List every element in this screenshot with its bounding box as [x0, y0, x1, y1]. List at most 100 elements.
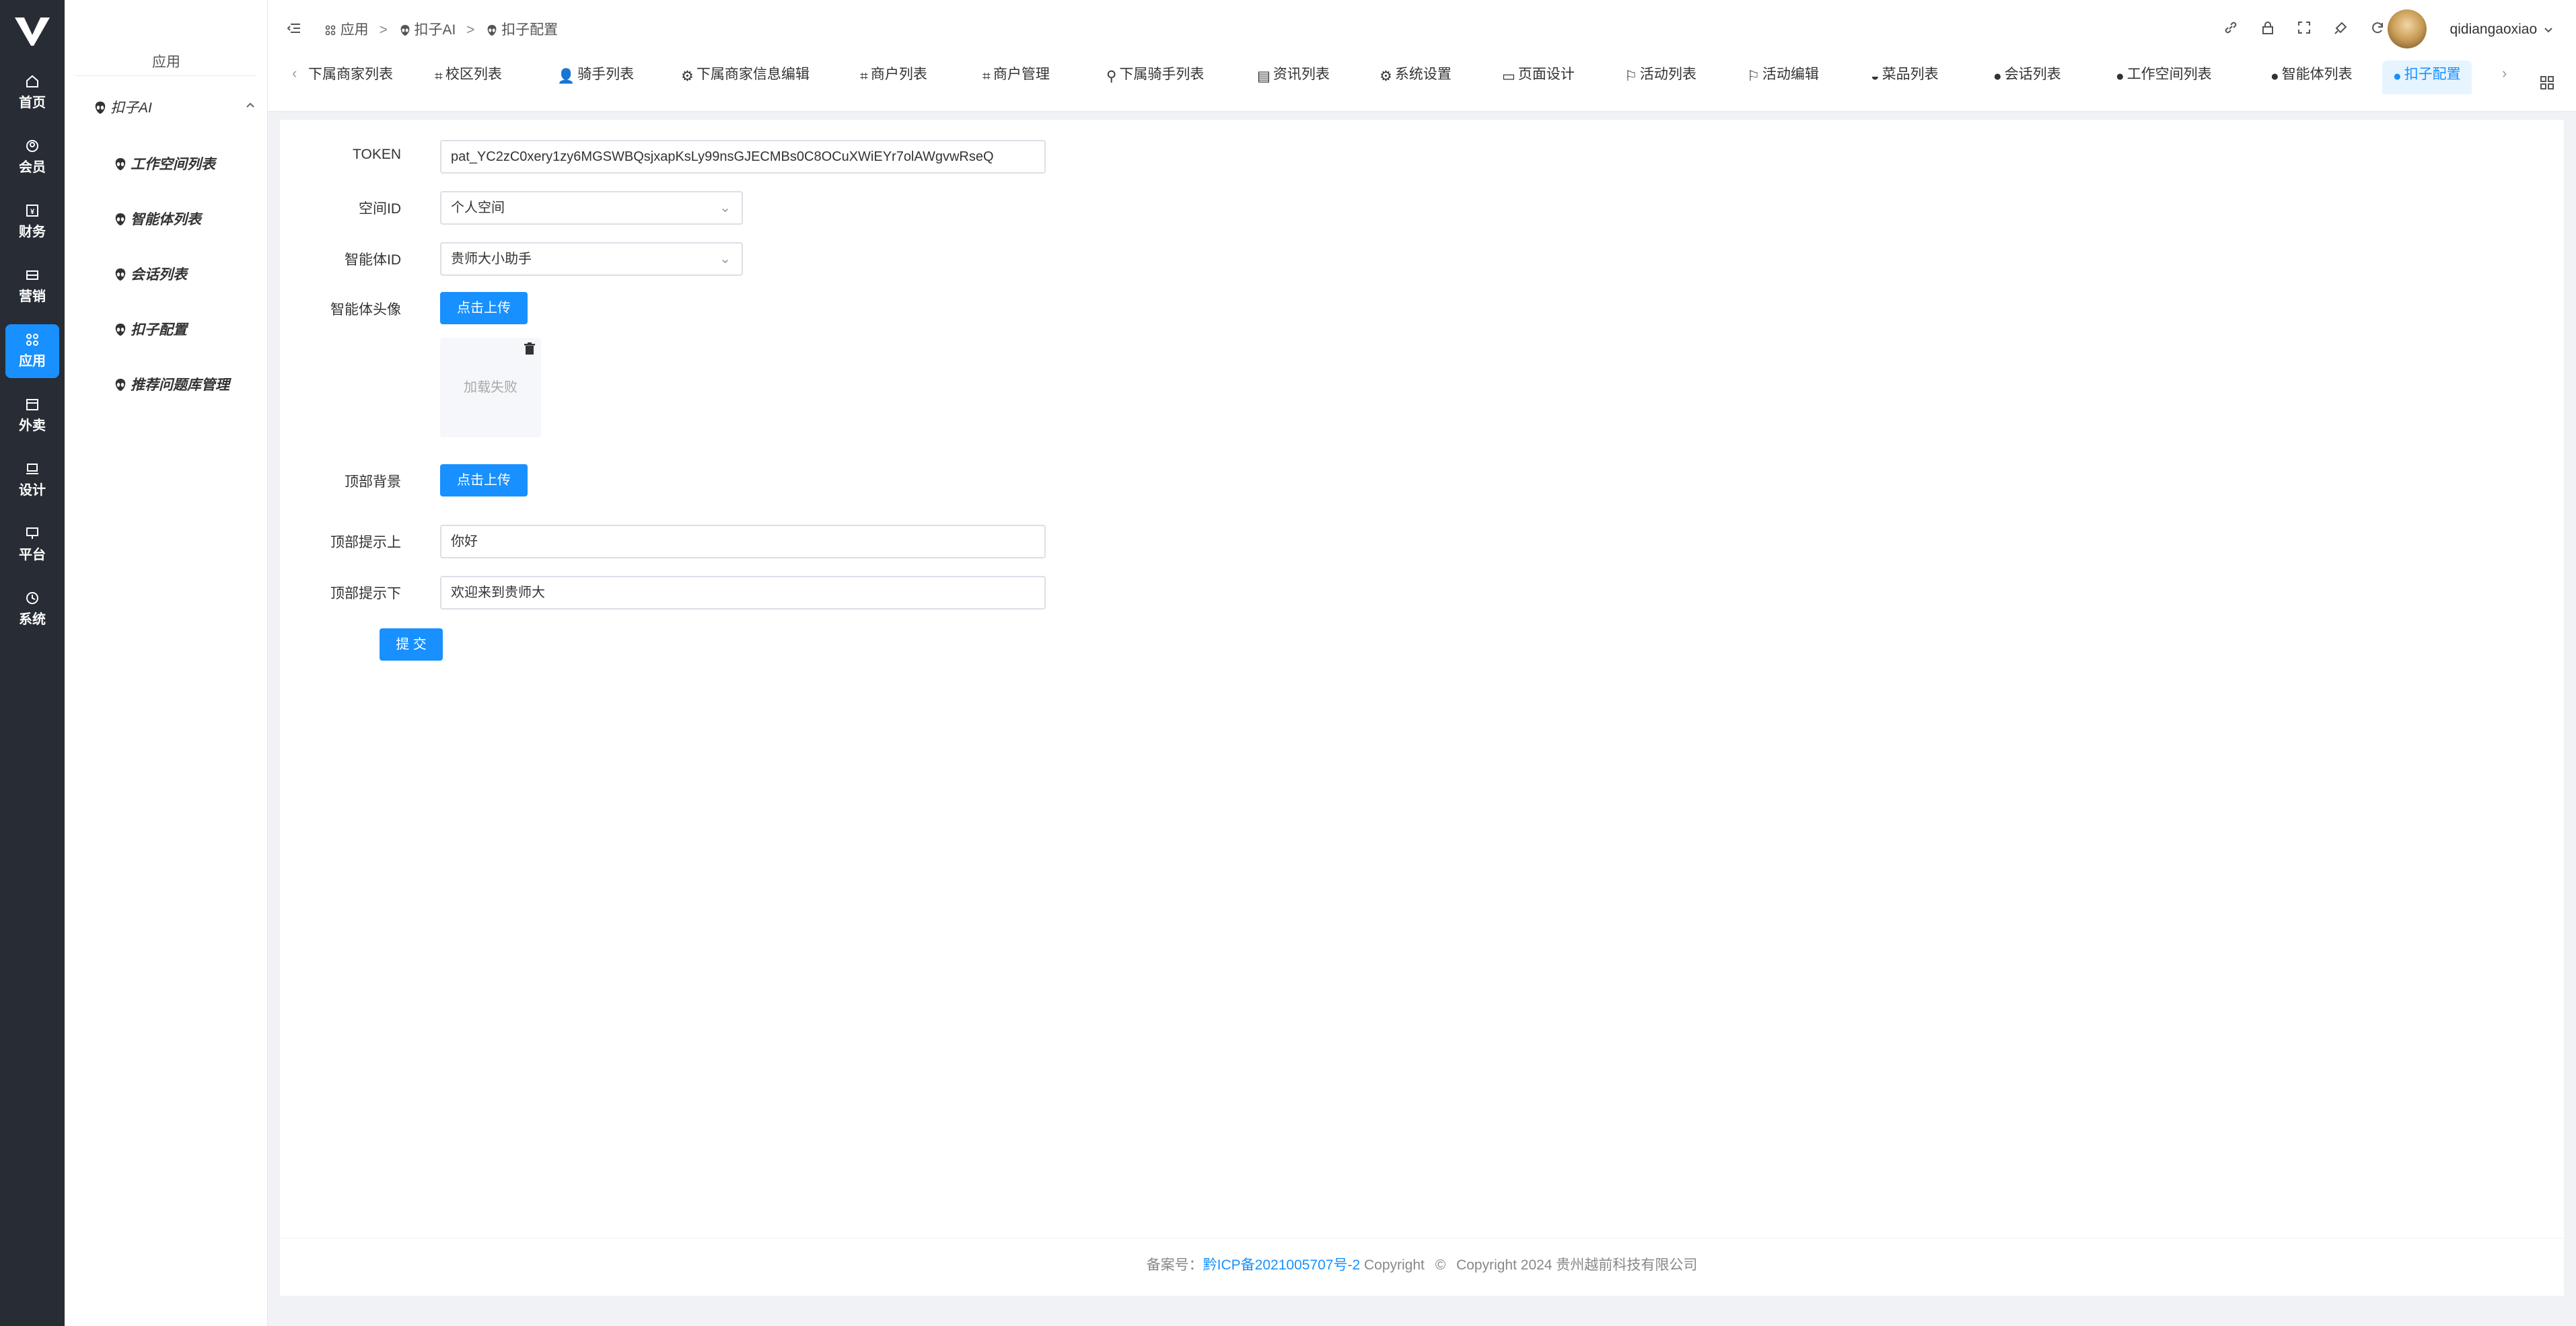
tab-rider-list[interactable]: 👤 骑手列表	[546, 61, 645, 94]
space-id-select[interactable]: 个人空间 ⌄	[440, 191, 743, 225]
config-form-card: TOKEN pat_YC2zC0xery1zy6MGSWBQsjxapKsLy9…	[280, 120, 2564, 1296]
alien-icon: ●	[2270, 69, 2279, 84]
tab-label: 会话列表	[2004, 67, 2061, 82]
tab-agent-list[interactable]: ● 智能体列表	[2260, 61, 2363, 94]
sidebar-item-label: 会话列表	[131, 267, 187, 283]
tab-label: 智能体列表	[2281, 67, 2353, 82]
nav-takeout[interactable]: 外卖	[5, 389, 59, 443]
alien-icon: ●	[2393, 69, 2402, 84]
app-root: 首页 会员 ¥ 财务 营销 应用 外卖 设计 平台 系统 应用 扣子AI 工作空…	[0, 0, 2576, 1326]
submit-button[interactable]: 提 交	[380, 628, 443, 661]
sidebar-item-kouzi-config[interactable]: 扣子配置	[114, 319, 187, 342]
tab-shop-manage[interactable]: ⌗ 商户管理	[972, 61, 1061, 94]
icp-link[interactable]: 黔ICP备2021005707号-2	[1203, 1257, 1360, 1273]
tab-label: 校区列表	[445, 67, 502, 82]
nav-platform[interactable]: 平台	[5, 518, 59, 572]
copyright-word: Copyright	[1364, 1257, 1425, 1273]
breadcrumb-item-kouzi-ai[interactable]: 扣子AI	[400, 19, 456, 39]
tab-scroll-right-icon[interactable]: ›	[2502, 65, 2507, 82]
nav-home-label: 首页	[19, 96, 46, 110]
tab-dish-list[interactable]: ◒ 菜品列表	[1860, 61, 1949, 94]
tab-news-list[interactable]: ▤ 资讯列表	[1246, 61, 1340, 94]
clock-icon	[26, 592, 38, 604]
breadcrumb-item-apps[interactable]: 应用	[324, 19, 369, 39]
tab-label: 菜品列表	[1882, 67, 1939, 82]
tab-activity-edit[interactable]: ⚐ 活动编辑	[1736, 61, 1830, 94]
bg-upload-button[interactable]: 点击上传	[440, 464, 528, 496]
tab-label: 活动编辑	[1762, 67, 1819, 82]
breadcrumb-separator: >	[466, 22, 475, 38]
gear-icon: ⚙	[1380, 69, 1392, 84]
top-bg-label: 顶部背景	[345, 474, 401, 490]
collapse-menu-icon[interactable]	[287, 22, 301, 38]
tab-page-design[interactable]: ▭ 页面设计	[1491, 61, 1585, 94]
link-icon[interactable]	[2223, 20, 2238, 38]
breadcrumb: 应用 > 扣子AI > 扣子配置	[287, 19, 565, 39]
sidebar-item-session-list[interactable]: 会话列表	[114, 264, 187, 287]
top-header: 应用 > 扣子AI > 扣子配置 qidiangaoxiao	[268, 0, 2576, 59]
tab-scroll-left-icon[interactable]: ‹	[292, 65, 297, 82]
trash-icon[interactable]	[524, 342, 536, 355]
agent-avatar-label: 智能体头像	[330, 302, 401, 318]
tab-kouzi-config[interactable]: ● 扣子配置	[2382, 61, 2472, 94]
fullscreen-icon[interactable]	[2297, 20, 2312, 38]
user-menu[interactable]: qidiangaoxiao	[2450, 22, 2553, 38]
tab-label: 资讯列表	[1273, 67, 1330, 82]
chevron-up-icon	[246, 102, 254, 108]
tab-merchant-list[interactable]: 下属商家列表	[297, 61, 404, 94]
copyright-text: Copyright 2024 贵州越前科技有限公司	[1456, 1257, 1698, 1273]
tab-label: 下属商家信息编辑	[696, 67, 810, 82]
nav-system-label: 系统	[19, 612, 46, 627]
tab-campus-list[interactable]: ⌗ 校区列表	[424, 61, 513, 94]
nav-marketing[interactable]: 营销	[5, 260, 59, 314]
tab-session-list[interactable]: ● 会话列表	[1982, 61, 2072, 94]
nav-finance-label: 财务	[19, 225, 46, 240]
sidebar-item-workspace-list[interactable]: 工作空间列表	[114, 153, 215, 176]
tab-sub-rider-list[interactable]: ⚲ 下属骑手列表	[1096, 61, 1215, 94]
tab-shop-list[interactable]: ⌗ 商户列表	[849, 61, 938, 94]
tab-activity-list[interactable]: ⚐ 活动列表	[1614, 61, 1707, 94]
flag-icon: ⚐	[1624, 69, 1637, 84]
tab-label: 活动列表	[1639, 67, 1696, 82]
lock-icon[interactable]	[2260, 20, 2275, 38]
theme-icon[interactable]	[2334, 20, 2349, 38]
sidebar-item-label: 智能体列表	[131, 212, 201, 227]
sidebar-group-kouzi-ai[interactable]: 扣子AI	[94, 97, 256, 120]
chevron-down-icon	[2544, 28, 2552, 33]
agent-id-select[interactable]: 贵师大小助手 ⌄	[440, 242, 743, 276]
nav-apps[interactable]: 应用	[5, 324, 59, 378]
top-hint-down-input[interactable]: 欢迎来到贵师大	[440, 576, 1046, 610]
gear-icon: ⚙	[681, 69, 694, 84]
grid-icon: ⌗	[860, 69, 868, 84]
tab-label: 工作空间列表	[2126, 67, 2212, 82]
alien-icon	[115, 379, 126, 391]
avatar[interactable]	[2388, 9, 2427, 48]
tab-label: 扣子配置	[2404, 67, 2461, 82]
tab-merchant-edit[interactable]: ⚙ 下属商家信息编辑	[670, 61, 820, 94]
tab-label: 下属商家列表	[308, 67, 393, 82]
tab-workspace-list[interactable]: ● 工作空间列表	[2105, 61, 2223, 94]
bike-icon: ⚲	[1106, 69, 1117, 84]
nav-design-label: 设计	[19, 483, 46, 498]
nav-member[interactable]: 会员	[5, 131, 59, 184]
breadcrumb-label: 扣子AI	[414, 22, 456, 38]
bowl-icon: ◒	[1871, 69, 1880, 84]
avatar-upload-button[interactable]: 点击上传	[440, 292, 528, 324]
tab-menu-grid-icon[interactable]	[2540, 75, 2554, 90]
refresh-icon[interactable]	[2370, 20, 2385, 38]
sidebar-divider	[75, 75, 256, 76]
money-icon: ¥	[26, 205, 38, 217]
nav-home[interactable]: 首页	[5, 66, 59, 120]
top-hint-up-input[interactable]: 你好	[440, 525, 1046, 558]
tab-system-settings[interactable]: ⚙ 系统设置	[1369, 61, 1462, 94]
sidebar-item-agent-list[interactable]: 智能体列表	[114, 209, 201, 231]
nav-finance[interactable]: ¥ 财务	[5, 195, 59, 249]
nav-system[interactable]: 系统	[5, 583, 59, 636]
nav-design[interactable]: 设计	[5, 453, 59, 507]
copyright-icon: ©	[1435, 1257, 1446, 1273]
token-input[interactable]: pat_YC2zC0xery1zy6MGSWBQsjxapKsLy99nsGJE…	[440, 140, 1046, 174]
breadcrumb-separator: >	[379, 22, 388, 38]
top-hint-down-label: 顶部提示下	[330, 586, 401, 601]
sidebar-item-question-bank[interactable]: 推荐问题库管理	[114, 374, 229, 397]
tab-bar: ‹ 下属商家列表 ⌗ 校区列表 👤 骑手列表 ⚙ 下属商家信息编辑 ⌗ 商户列表 ⌗ 商户…	[268, 59, 2576, 112]
